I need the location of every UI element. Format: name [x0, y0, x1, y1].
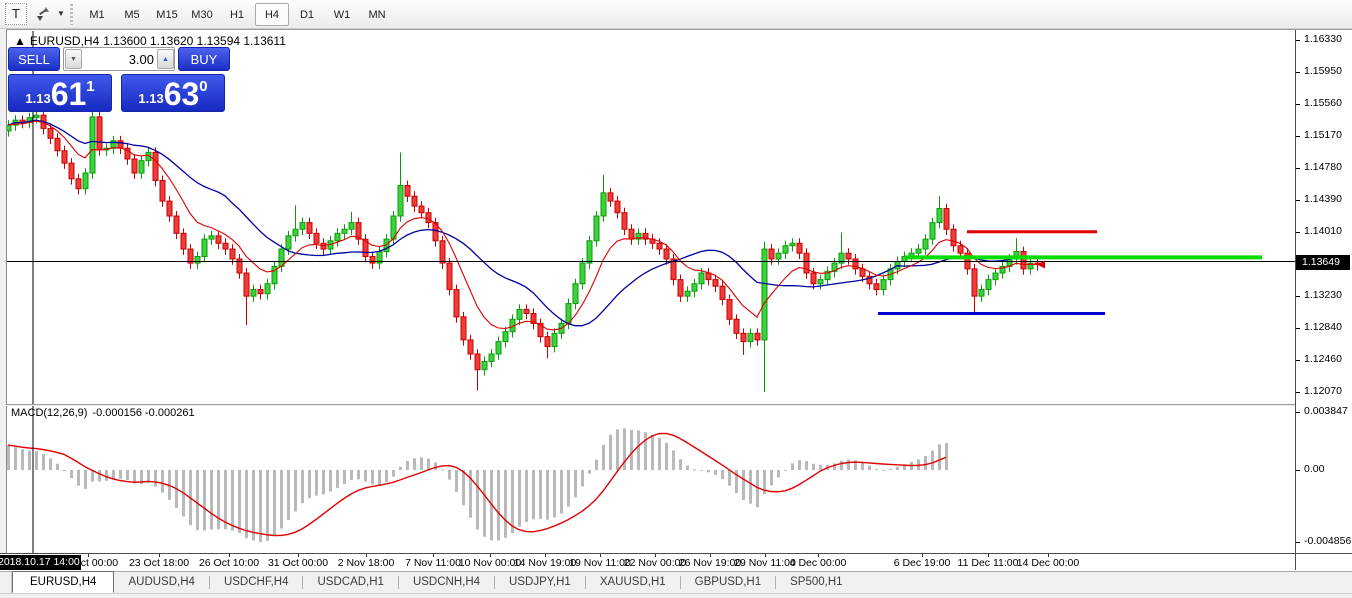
price-axis-label: 1.14010	[1304, 225, 1342, 237]
time-axis-label: 14 Dec 00:00	[1008, 557, 1088, 569]
axis-tick	[1296, 40, 1300, 41]
price-axis-label: 1.16330	[1304, 33, 1342, 45]
buy-price-prefix: 1.13	[138, 91, 163, 106]
timeframe-button-h1[interactable]: H1	[220, 3, 254, 26]
volume-input[interactable]	[84, 48, 154, 70]
crosshair-price-label: 1.13649	[1296, 255, 1350, 270]
axis-tick	[1296, 72, 1300, 73]
volume-increase-button[interactable]: ▲	[157, 49, 174, 69]
tabbar-spacer	[0, 573, 12, 593]
pane-divider[interactable]	[6, 404, 1352, 406]
axis-tick	[1296, 470, 1300, 471]
axis-tick	[1296, 136, 1300, 137]
text-tool-button[interactable]: T	[5, 3, 27, 25]
price-axis-label: 1.12070	[1304, 385, 1342, 397]
price-axis-label: 1.14780	[1304, 161, 1342, 173]
timeframe-button-m1[interactable]: M1	[80, 3, 114, 26]
timeframe-button-w1[interactable]: W1	[325, 3, 359, 26]
crosshair-time-label: 2018.10.17 14:00	[0, 555, 81, 570]
price-axis-label: 1.14390	[1304, 193, 1342, 205]
axis-tick	[1296, 296, 1300, 297]
time-axis-label: 26 Oct 10:00	[189, 557, 269, 569]
buy-quote[interactable]: 1.13 63 0	[121, 74, 225, 112]
macd-name: MACD(12,26,9)	[11, 407, 87, 419]
window-arrange-icon[interactable]	[34, 6, 52, 22]
axis-tick	[1296, 168, 1300, 169]
price-axis-label: 1.15170	[1304, 129, 1342, 141]
volume-stepper: ▼ ▲	[63, 47, 175, 71]
volume-decrease-button[interactable]: ▼	[65, 49, 82, 69]
axis-tick	[1296, 360, 1300, 361]
axis-tick	[1296, 200, 1300, 201]
timeframe-button-mn[interactable]: MN	[360, 3, 394, 26]
macd-axis-label: -0.004856	[1304, 535, 1351, 547]
timeframe-button-m15[interactable]: M15	[150, 3, 184, 26]
time-axis-label: 4 Dec 00:00	[778, 557, 858, 569]
sell-price-big: 61	[51, 79, 87, 109]
toolbar-grip	[70, 4, 73, 25]
price-axis-label: 1.15950	[1304, 65, 1342, 77]
sell-button[interactable]: SELL	[8, 47, 60, 71]
status-strip	[0, 593, 1352, 598]
sell-price-pipette: 1	[86, 78, 94, 95]
time-axis[interactable]: 19 Oct 00:0023 Oct 18:0026 Oct 10:0031 O…	[0, 553, 1352, 571]
axis-tick	[1296, 412, 1300, 413]
symbol-tab-usdcad[interactable]: USDCAD,H1	[303, 572, 397, 593]
price-axis-label: 1.15560	[1304, 97, 1342, 109]
timeframe-bar: M1M5M15M30H1H4D1W1MN	[80, 3, 395, 26]
symbol-tab-xauusd[interactable]: XAUUSD,H1	[586, 572, 680, 593]
symbol-tab-sp500[interactable]: SP500,H1	[776, 572, 856, 593]
one-click-trading-panel: SELL ▼ ▲ BUY 1.13 61 1 1.13 63 0	[8, 47, 230, 112]
chevron-down-icon[interactable]: ▼	[57, 9, 65, 18]
symbol-tab-audusd[interactable]: AUDUSD,H4	[114, 572, 208, 593]
price-axis-label: 1.13230	[1304, 289, 1342, 301]
symbol-tab-usdchf[interactable]: USDCHF,H4	[210, 572, 303, 593]
macd-axis-label: 0.00	[1304, 463, 1324, 475]
axis-tick	[1296, 232, 1300, 233]
sell-quote[interactable]: 1.13 61 1	[8, 74, 112, 112]
buy-price-pipette: 0	[199, 78, 207, 95]
buy-button[interactable]: BUY	[178, 47, 230, 71]
chart-symbol-period: EURUSD,H4	[30, 34, 99, 48]
symbol-tab-eurusd[interactable]: EURUSD,H4	[12, 571, 114, 593]
buy-price-big: 63	[164, 79, 200, 109]
timeframe-button-d1[interactable]: D1	[290, 3, 324, 26]
symbol-tab-usdjpy[interactable]: USDJPY,H1	[495, 572, 585, 593]
timeframe-button-m30[interactable]: M30	[185, 3, 219, 26]
axis-tick	[1296, 104, 1300, 105]
symbol-tab-usdcnh[interactable]: USDCNH,H4	[399, 572, 494, 593]
price-axis-label: 1.12840	[1304, 321, 1342, 333]
price-axis-separator	[1295, 30, 1296, 570]
timeframe-button-m5[interactable]: M5	[115, 3, 149, 26]
time-axis-label: 23 Oct 18:00	[119, 557, 199, 569]
symbol-tabbar: EURUSD,H4AUDUSD,H4USDCHF,H4USDCAD,H1USDC…	[0, 571, 1352, 593]
chart-ohlc-values: 1.13600 1.13620 1.13594 1.13611	[103, 34, 286, 48]
sell-price-prefix: 1.13	[25, 91, 50, 106]
axis-tick	[1296, 542, 1300, 543]
macd-axis-label: 0.003847	[1304, 405, 1348, 417]
collapse-arrow-icon[interactable]: ▲	[14, 34, 26, 48]
axis-tick	[1296, 328, 1300, 329]
price-axis[interactable]: 1.16330 1.15950 1.15560 1.15170 1.14780 1.143…	[1296, 30, 1352, 553]
chart-title: ▲ EURUSD,H4 1.13600 1.13620 1.13594 1.1361…	[14, 34, 290, 48]
symbol-tab-gbpusd[interactable]: GBPUSD,H1	[681, 572, 775, 593]
top-toolbar: T ▼ M1M5M15M30H1H4D1W1MN	[0, 0, 1352, 29]
timeframe-button-h4[interactable]: H4	[255, 3, 289, 26]
axis-tick	[1296, 392, 1300, 393]
price-axis-label: 1.12460	[1304, 353, 1342, 365]
macd-values: -0.000156 -0.000261	[92, 407, 194, 419]
macd-indicator-label: MACD(12,26,9) -0.000156 -0.000261	[11, 407, 200, 419]
